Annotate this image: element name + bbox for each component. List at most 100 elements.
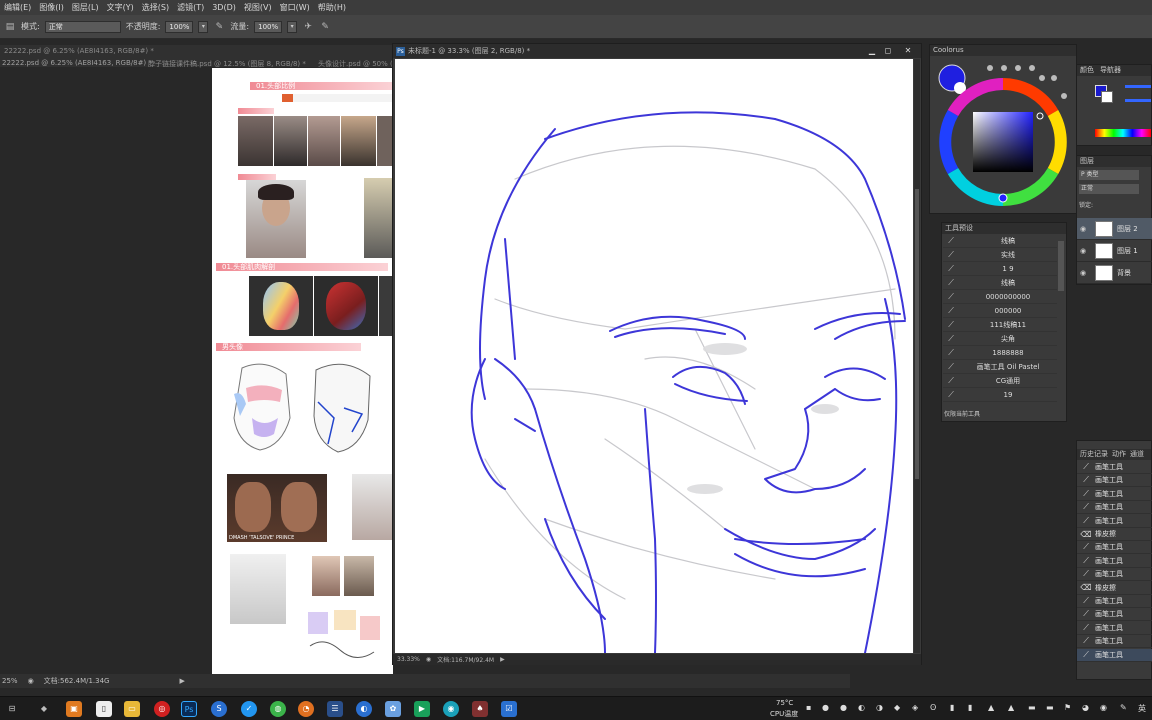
tray-icon[interactable]: ◐ [858,703,865,712]
tray-icon[interactable]: ● [822,703,829,712]
app-icon[interactable]: S [211,701,227,717]
opacity-field[interactable]: 100% [165,20,194,33]
history-item[interactable]: ⟋ 画笔工具 [1077,595,1152,608]
app-icon[interactable]: ▣ [66,701,82,717]
history-item[interactable]: ⟋ 画笔工具 [1077,501,1152,515]
zoom-level[interactable]: 25% [2,677,18,685]
pen-icon[interactable]: ✎ [1120,703,1127,712]
brush-preset-icon[interactable]: ▤ [4,21,16,33]
menu-3d[interactable]: 3D(D) [208,3,240,12]
app-icon[interactable]: ☰ [327,701,343,717]
menu-filter[interactable]: 滤镜(T) [173,2,208,13]
history-item[interactable]: ⟋ 画笔工具 [1077,555,1152,568]
color-wheel[interactable] [930,56,1076,214]
layer-row[interactable]: ◉ 图层 2 [1077,218,1152,240]
preset-row[interactable]: ⟋ 1 9 [943,263,1057,276]
drawing-canvas[interactable] [395,59,913,653]
tab-color[interactable]: 颜色 [1080,65,1094,76]
tray-icon[interactable]: ⚑ [1064,703,1071,712]
tray-icon[interactable]: ▲ [1008,703,1014,712]
visibility-eye-icon[interactable]: ◉ [1077,225,1089,233]
preset-row[interactable]: ⟋ 画笔工具 Oil Pastel [943,361,1057,374]
blender-icon[interactable]: ◔ [298,701,314,717]
tray-icon[interactable]: ◕ [1082,703,1089,712]
file-icon[interactable]: ▯ [96,701,112,717]
status-arrow-icon[interactable]: ▶ [500,656,505,663]
menu-image[interactable]: 图像(I) [35,2,68,13]
blend-mode-select[interactable]: 正常 [1079,184,1139,194]
tray-icon[interactable]: ▪ [806,703,811,712]
history-item[interactable]: ⟋ 画笔工具 [1077,648,1152,662]
history-item[interactable]: ⟋ 画笔工具 [1077,488,1152,501]
current-tool-only-checkbox[interactable]: 仅限当前工具 [944,409,980,418]
preset-row[interactable]: ⟋ CG通用 [943,375,1057,388]
layer-filter-select[interactable]: P 类型 [1079,170,1139,180]
preset-row[interactable]: ⟋ 19 [943,389,1057,402]
tray-icon[interactable]: ▬ [1028,703,1036,712]
preset-row[interactable]: ⟋ 尖角 [943,333,1057,346]
tray-icon[interactable]: ● [840,703,847,712]
mode-select[interactable]: 正常 [44,20,121,33]
play-icon[interactable]: ▶ [414,701,430,717]
preset-row[interactable]: ⟋ 111线稿11 [943,319,1057,332]
folder-icon[interactable]: ▭ [124,701,140,717]
history-item[interactable]: ⟋ 画笔工具 [1077,461,1152,474]
preset-row[interactable]: ⟋ 0000000000 [943,291,1057,304]
menu-layer[interactable]: 图层(L) [68,2,103,13]
airbrush-icon[interactable]: ✈ [302,21,314,33]
tray-icon[interactable]: ◆ [894,703,900,712]
tab-history[interactable]: 历史记录 [1080,449,1108,460]
close-button[interactable]: ✕ [902,46,914,56]
history-item[interactable]: ⟋ 画笔工具 [1077,541,1152,555]
opacity-dropdown[interactable]: ▾ [198,20,209,33]
history-item[interactable]: ⌫ 橡皮擦 [1077,528,1152,541]
history-item[interactable]: ⟋ 画笔工具 [1077,515,1152,528]
history-item[interactable]: ⟋ 画笔工具 [1077,608,1152,622]
tab-navigator[interactable]: 导航器 [1100,65,1121,76]
visibility-eye-icon[interactable]: ◉ [1077,269,1089,277]
tray-icon[interactable]: ◈ [912,703,918,712]
tray-icon[interactable]: ʘ [930,703,936,712]
minimize-button[interactable]: ▁ [866,46,878,56]
color-slider[interactable] [1125,99,1151,102]
start-icon[interactable]: ⊟ [4,701,20,717]
tray-icon[interactable]: ▲ [988,703,994,712]
zoom-level[interactable]: 33.33% [397,656,420,663]
app-icon[interactable]: ✓ [241,701,257,717]
preset-row[interactable]: ⟋ 线稿 [943,277,1057,290]
preset-row[interactable]: ⟋ 1888888 [943,347,1057,360]
document-title-bar[interactable]: Ps 未标题-1 @ 33.3% (图层 2, RGB/8) * [393,44,921,58]
app-icon[interactable]: ◆ [36,701,52,717]
maximize-button[interactable]: ◻ [882,46,894,56]
pressure-opacity-icon[interactable]: ✎ [213,21,225,33]
menu-view[interactable]: 视图(V) [240,2,276,13]
color-slider[interactable] [1125,85,1151,88]
app-icon[interactable]: ♠ [472,701,488,717]
tray-icon[interactable]: ◉ [1100,703,1107,712]
tray-icon[interactable]: ▬ [1046,703,1054,712]
settings-icon[interactable]: ✿ [385,701,401,717]
photoshop-taskbar-icon[interactable]: Ps [181,701,197,717]
flow-dropdown[interactable]: ▾ [287,20,298,33]
visibility-eye-icon[interactable]: ◉ [1077,247,1089,255]
preset-row[interactable]: ⟋ 000000 [943,305,1057,318]
app-icon[interactable]: ◉ [443,701,459,717]
status-arrow-icon[interactable]: ▶ [179,677,184,685]
tab-channels[interactable]: 通道 [1130,449,1144,460]
history-item[interactable]: ⟋ 画笔工具 [1077,622,1152,635]
tray-icon[interactable]: ◑ [876,703,883,712]
flow-field[interactable]: 100% [254,20,283,33]
menu-edit[interactable]: 编辑(E) [0,2,35,13]
preset-row[interactable]: ⟋ 线稿 [943,235,1057,248]
layer-row[interactable]: ◉ 图层 1 [1077,240,1152,262]
menu-select[interactable]: 选择(S) [138,2,173,13]
app-icon[interactable]: ☑ [501,701,517,717]
presets-scrollbar[interactable] [1058,241,1064,291]
background-swatch[interactable] [1101,91,1113,103]
app-icon[interactable]: ◐ [356,701,372,717]
spectrum-bar[interactable] [1095,129,1151,137]
menu-window[interactable]: 窗口(W) [276,2,314,13]
history-item[interactable]: ⟋ 画笔工具 [1077,635,1152,649]
weibo-icon[interactable]: ◎ [154,701,170,717]
reference-document-canvas[interactable]: 01.头部比例 01.头部肌肉解剖 男头像 DMASH 'TALSOVE' PR… [212,68,393,676]
